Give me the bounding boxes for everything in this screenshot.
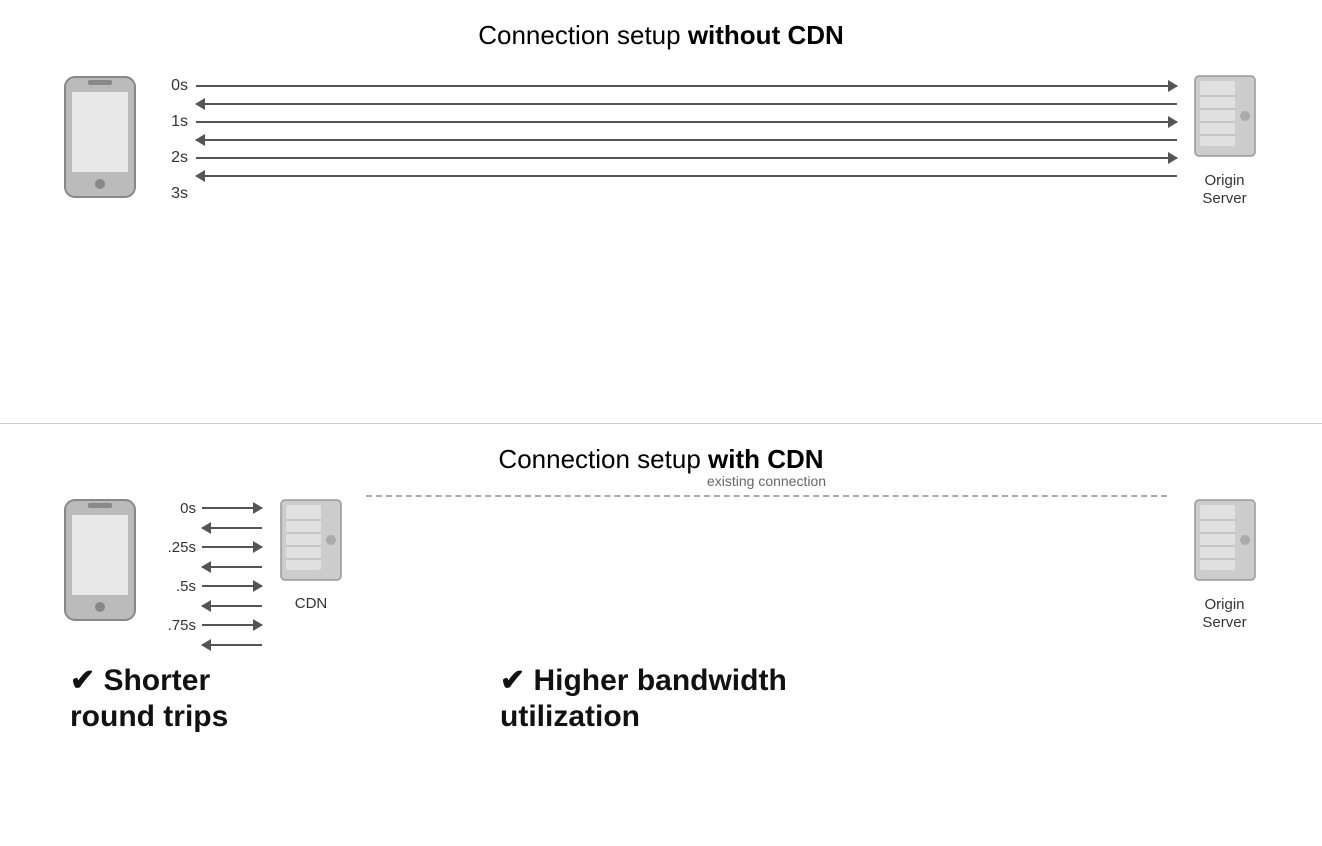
top-title-normal: Connection setup <box>478 20 688 50</box>
arrow-1s-right: 1s <box>150 113 1177 131</box>
cdn-arrow-75s-left <box>154 644 262 646</box>
top-diagram: 0s 1s 2s <box>40 71 1282 208</box>
cdn-line-25s-right <box>202 546 262 548</box>
time-0s: 0s <box>150 77 188 95</box>
cdn-line-75s-right <box>202 624 262 626</box>
bottom-section: Connection setup with CDN 0s .25s <box>0 424 1322 846</box>
arrow-1s-left <box>150 139 1177 141</box>
arrow-line-0s-left <box>196 103 1177 105</box>
phone-icon-bottom <box>60 495 140 630</box>
cdn-line-0s-left <box>202 527 262 529</box>
bottom-title-normal: Connection setup <box>498 444 708 474</box>
cdn-arrow-0s-right: 0s <box>154 500 262 517</box>
cdn-line-5s-right <box>202 585 262 587</box>
dotted-connection-line <box>366 495 1167 497</box>
top-timeline: 0s 1s 2s <box>140 73 1187 207</box>
arrow-line-2s-right <box>196 157 1177 159</box>
cdn-arrow-5s-left <box>154 605 262 607</box>
cdn-time-0s: 0s <box>154 500 196 517</box>
arrow-2s-right: 2s <box>150 149 1177 167</box>
cdn-time-25s: .25s <box>154 539 196 556</box>
phone-icon-top <box>60 72 140 207</box>
arrow-line-1s-left <box>196 139 1177 141</box>
cdn-server: CDN <box>276 495 346 612</box>
existing-connection-label: existing connection <box>707 473 826 489</box>
time-3s: 3s <box>150 185 188 203</box>
arrow-line-2s-left <box>196 175 1177 177</box>
cdn-line-25s-left <box>202 566 262 568</box>
arrow-0s-right: 0s <box>150 77 1177 95</box>
cdn-line-75s-left <box>202 644 262 646</box>
time-row-3s: 3s <box>150 185 1177 203</box>
cdn-arrow-0s-left <box>154 527 262 529</box>
top-section: Connection setup without CDN 0s <box>0 0 1322 424</box>
benefit-higher-bandwidth: ✔ Higher bandwidthutilization <box>460 663 1282 735</box>
cdn-time-5s: .5s <box>154 578 196 595</box>
arrow-line-1s-right <box>196 121 1177 123</box>
cdn-timeline: 0s .25s .5s <box>144 495 272 651</box>
time-2s: 2s <box>150 149 188 167</box>
cdn-line-5s-left <box>202 605 262 607</box>
arrow-line-0s-right <box>196 85 1177 87</box>
time-1s: 1s <box>150 113 188 131</box>
cdn-time-75s: .75s <box>154 617 196 634</box>
bottom-title: Connection setup with CDN <box>498 444 823 475</box>
arrow-2s-left <box>150 175 1177 177</box>
existing-connection-area: existing connection <box>346 495 1187 497</box>
bottom-diagram: 0s .25s .5s <box>40 495 1282 651</box>
origin-server-top: OriginServer <box>1187 71 1262 208</box>
top-title: Connection setup without CDN <box>478 20 844 51</box>
bottom-title-bold: with CDN <box>708 444 824 474</box>
top-title-bold: without CDN <box>688 20 844 50</box>
origin-server-top-label: OriginServer <box>1202 172 1246 208</box>
cdn-arrow-25s-right: .25s <box>154 539 262 556</box>
arrow-0s-left <box>150 103 1177 105</box>
origin-server-bottom: OriginServer <box>1187 495 1262 632</box>
cdn-server-label: CDN <box>295 595 328 612</box>
cdn-arrow-5s-right: .5s <box>154 578 262 595</box>
origin-server-bottom-label: OriginServer <box>1202 596 1246 632</box>
benefits-row: ✔ Shorterround trips ✔ Higher bandwidthu… <box>40 663 1282 735</box>
benefit-shorter-trips: ✔ Shorterround trips <box>40 663 460 735</box>
cdn-arrow-25s-left <box>154 566 262 568</box>
cdn-arrow-75s-right: .75s <box>154 617 262 634</box>
cdn-line-0s-right <box>202 507 262 509</box>
